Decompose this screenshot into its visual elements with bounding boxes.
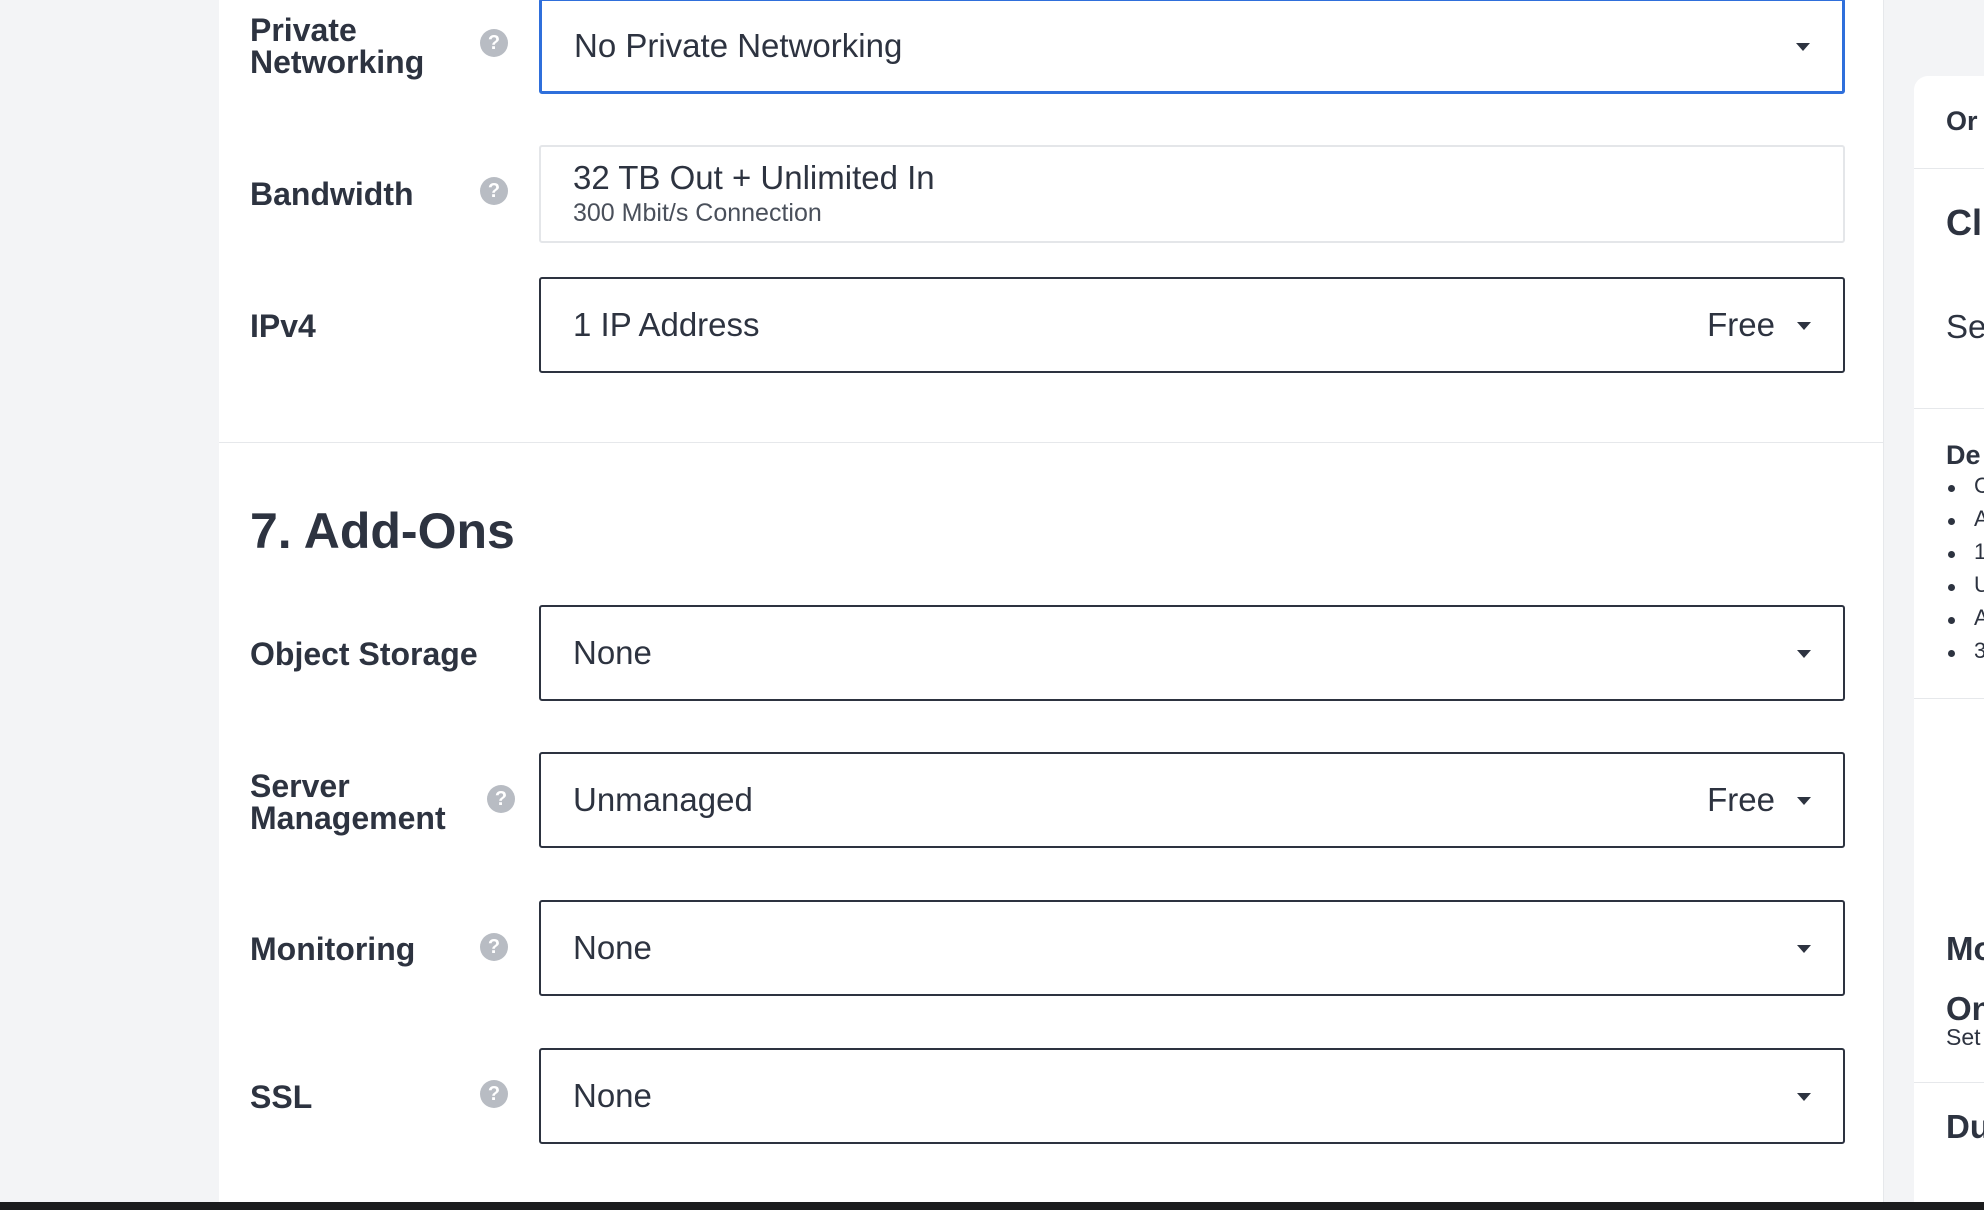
- server-management-help-icon[interactable]: ?: [487, 785, 515, 813]
- chevron-down-icon: [1797, 650, 1811, 658]
- chevron-down-icon: [1797, 1093, 1811, 1101]
- detail-item: A: [1974, 605, 1984, 630]
- object-storage-select[interactable]: None: [539, 605, 1845, 701]
- private-networking-help-icon[interactable]: ?: [480, 29, 508, 57]
- chevron-down-icon: [1796, 43, 1810, 51]
- sidebar-select-text: Se: [1946, 308, 1984, 345]
- sidebar-details-heading: De: [1946, 440, 1981, 470]
- server-management-price: Free: [1707, 781, 1775, 818]
- monitoring-value: None: [573, 929, 652, 966]
- private-networking-select[interactable]: No Private Networking: [539, 0, 1845, 94]
- monitoring-select[interactable]: None: [539, 900, 1845, 996]
- detail-bullet: [1948, 617, 1955, 624]
- ssl-label: SSL: [250, 1079, 313, 1115]
- detail-bullet: [1948, 584, 1955, 591]
- monitoring-help-icon[interactable]: ?: [480, 933, 508, 961]
- server-management-value: Unmanaged: [573, 781, 753, 818]
- bandwidth-label: Bandwidth: [250, 176, 414, 212]
- detail-item: U: [1974, 572, 1984, 597]
- detail-bullet: [1948, 650, 1955, 657]
- chevron-down-icon: [1797, 322, 1811, 330]
- sidebar-due-heading: Du: [1946, 1108, 1984, 1145]
- ssl-help-icon[interactable]: ?: [480, 1080, 508, 1108]
- detail-item: 1: [1974, 539, 1984, 564]
- detail-item: C: [1974, 473, 1984, 498]
- private-networking-value: No Private Networking: [574, 27, 903, 64]
- object-storage-value: None: [573, 634, 652, 671]
- configuration-panel: Private Networking ? No Private Networki…: [219, 0, 1884, 1210]
- ipv4-label: IPv4: [250, 308, 316, 344]
- object-storage-label: Object Storage: [250, 636, 478, 672]
- order-summary-title: Or: [1946, 106, 1978, 136]
- detail-bullet: [1948, 518, 1955, 525]
- ssl-select[interactable]: None: [539, 1048, 1845, 1144]
- sidebar-setup-text: Set: [1946, 1024, 1981, 1050]
- sidebar-divider: [1914, 698, 1984, 699]
- sidebar-monthly-heading: Mo: [1946, 930, 1984, 967]
- section-divider: [219, 442, 1883, 443]
- os-taskbar: [0, 1202, 1984, 1210]
- chevron-down-icon: [1797, 797, 1811, 805]
- sidebar-onetime-heading: On: [1946, 990, 1984, 1027]
- chevron-down-icon: [1797, 945, 1811, 953]
- sidebar-divider: [1914, 1082, 1984, 1083]
- ipv4-select[interactable]: 1 IP Address Free: [539, 277, 1845, 373]
- server-management-label: Server Management: [250, 768, 446, 836]
- sidebar-heading: Cl: [1946, 202, 1982, 243]
- server-management-select[interactable]: Unmanaged Free: [539, 752, 1845, 848]
- private-networking-label: Private Networking: [250, 12, 425, 80]
- ipv4-value: 1 IP Address: [573, 306, 760, 343]
- detail-bullet: [1948, 485, 1955, 492]
- bandwidth-connection: 300 Mbit/s Connection: [573, 199, 822, 227]
- sidebar-divider: [1914, 408, 1984, 409]
- order-summary-sidebar: Or Cl Se De C A 1 U A 3 Mo On Set Du: [1914, 76, 1984, 1210]
- detail-item: 3: [1974, 638, 1984, 663]
- ipv4-price: Free: [1707, 306, 1775, 343]
- addons-section-title: 7. Add-Ons: [250, 503, 515, 559]
- monitoring-label: Monitoring: [250, 931, 416, 967]
- bandwidth-value: 32 TB Out + Unlimited In: [573, 159, 935, 196]
- detail-bullet: [1948, 551, 1955, 558]
- bandwidth-field: 32 TB Out + Unlimited In 300 Mbit/s Conn…: [539, 145, 1845, 243]
- bandwidth-help-icon[interactable]: ?: [480, 177, 508, 205]
- detail-item: A: [1974, 506, 1984, 531]
- sidebar-divider: [1914, 168, 1984, 169]
- ssl-value: None: [573, 1077, 652, 1114]
